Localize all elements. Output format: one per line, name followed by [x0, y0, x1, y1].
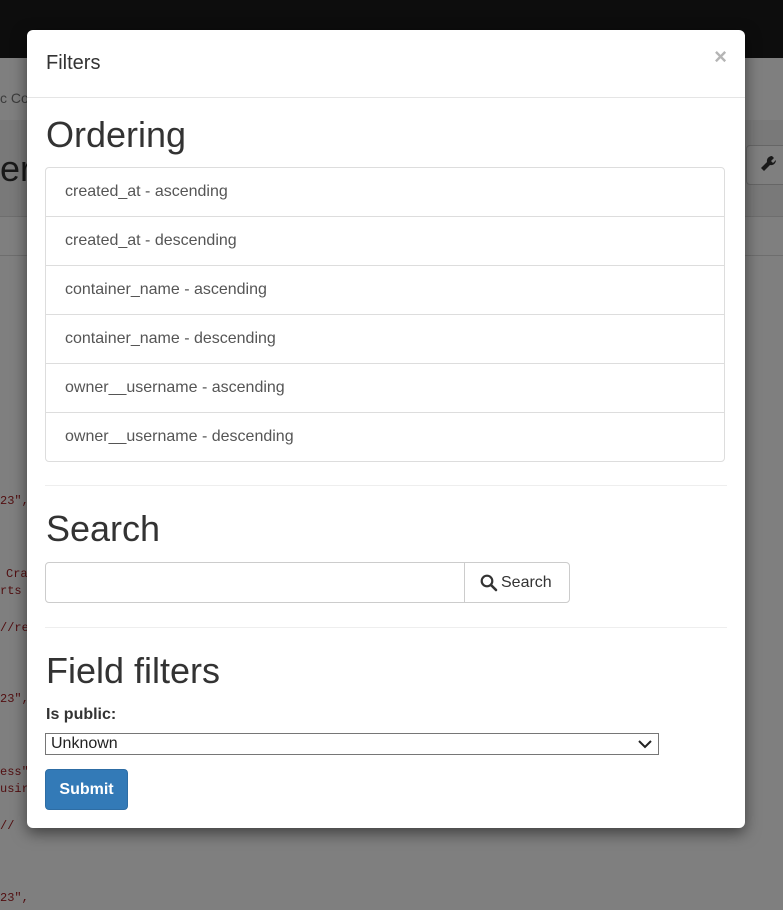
ordering-option[interactable]: created_at - descending [46, 216, 724, 265]
ordering-option[interactable]: owner__username - ascending [46, 363, 724, 412]
submit-button[interactable]: Submit [45, 769, 128, 810]
is-public-label: Is public: [46, 706, 117, 723]
ordering-list: created_at - ascending created_at - desc… [45, 167, 725, 462]
close-icon[interactable]: × [714, 46, 727, 68]
filters-modal: Filters × Ordering created_at - ascendin… [27, 30, 745, 828]
ordering-option[interactable]: container_name - descending [46, 314, 724, 363]
ordering-option[interactable]: container_name - ascending [46, 265, 724, 314]
ordering-option[interactable]: created_at - ascending [46, 168, 724, 216]
field-filters-heading: Field filters [46, 650, 221, 691]
search-icon [480, 574, 498, 592]
ordering-option[interactable]: owner__username - descending [46, 412, 724, 461]
is-public-select[interactable]: Unknown [45, 733, 659, 755]
search-button[interactable]: Search [464, 562, 570, 603]
search-heading: Search [46, 508, 161, 549]
search-input[interactable] [45, 562, 465, 603]
modal-header: Filters × [27, 30, 745, 98]
search-button-label: Search [501, 574, 552, 591]
modal-title: Filters [46, 52, 101, 74]
section-divider [45, 485, 727, 486]
chevron-down-icon [638, 740, 652, 749]
section-divider [45, 627, 727, 628]
ordering-heading: Ordering [46, 114, 187, 155]
is-public-selected-value: Unknown [51, 735, 118, 752]
